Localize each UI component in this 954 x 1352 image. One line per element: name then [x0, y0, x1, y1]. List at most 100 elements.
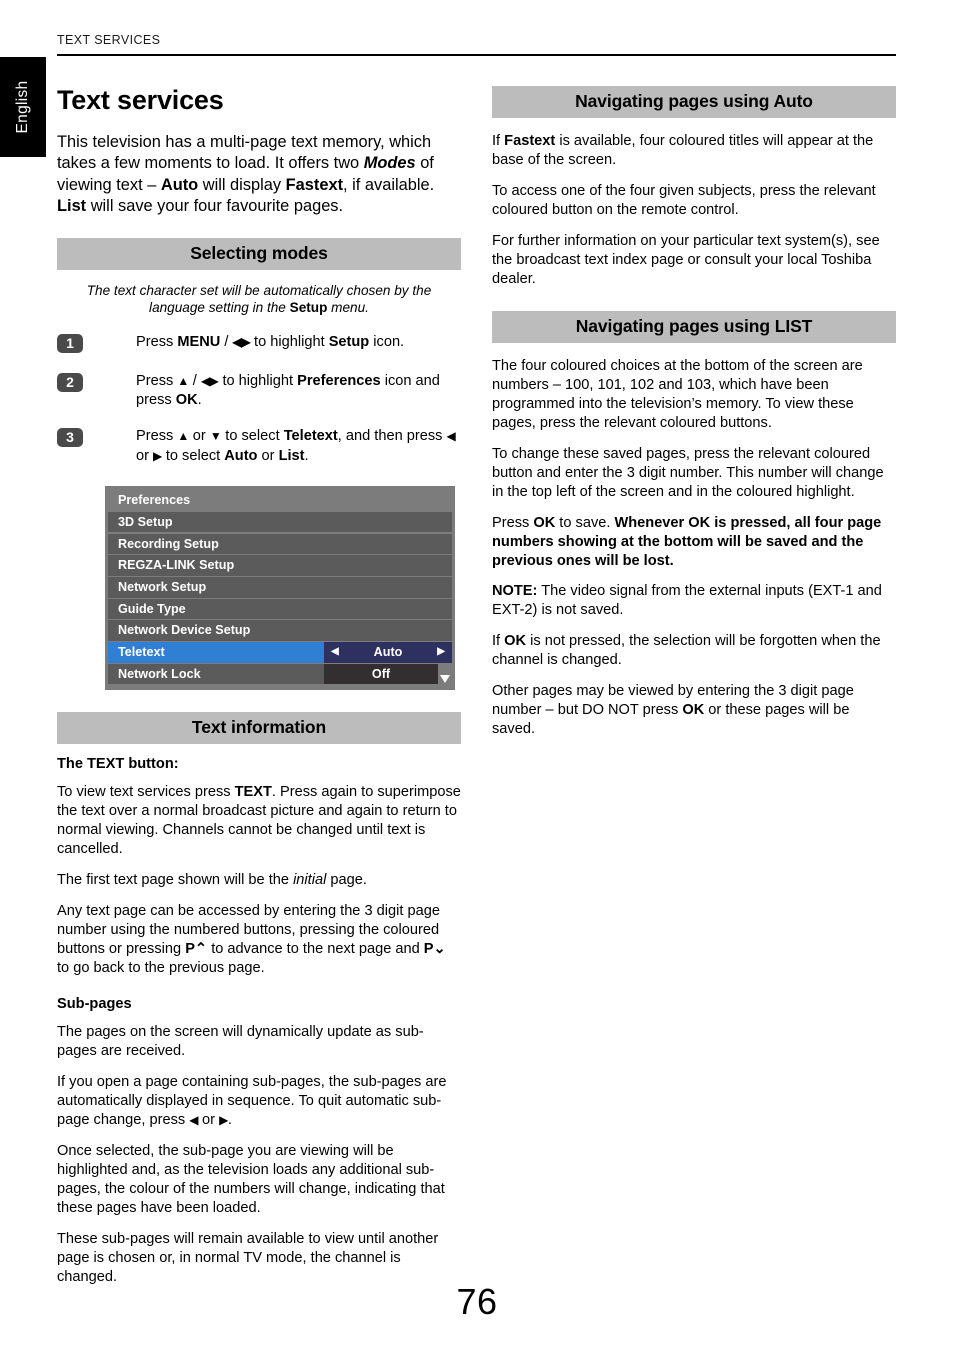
pl5-t1: If — [492, 633, 505, 650]
ps2-t3: . — [227, 1112, 232, 1129]
subheading-text-button: The TEXT button: — [57, 756, 179, 773]
header-rule — [57, 54, 896, 56]
paragraph-list-5: If OK is not pressed, the selection will… — [492, 632, 896, 670]
section-header-selecting-modes: Selecting modes — [57, 237, 461, 270]
step2-preferences: Preferences — [297, 372, 381, 389]
down-arrow-icon: ▼ — [209, 429, 222, 444]
menu-row[interactable]: Recording Setup — [108, 533, 452, 555]
paragraph-auto-2: To access one of the four given subjects… — [492, 182, 876, 218]
subheading-sub-pages: Sub-pages — [57, 996, 132, 1013]
step2-t3: to highlight — [218, 372, 298, 389]
pl3-ok: OK — [533, 514, 556, 531]
menu-row[interactable]: Network Setup — [108, 577, 452, 598]
paragraph-list-6: Other pages may be viewed by entering th… — [492, 682, 896, 739]
pl3-t2: to save. — [555, 514, 615, 531]
pl5-ok: OK — [504, 633, 527, 650]
tv-osd-menu: Preferences 3D Setup Recording Setup REG… — [105, 485, 455, 691]
page-number: 76 — [456, 1281, 498, 1322]
pl4-t1: The video signal from the external input… — [492, 583, 882, 619]
menu-row[interactable]: 3D Setup — [108, 511, 452, 533]
caption-text-1: The text character set will be automatic… — [86, 282, 432, 316]
step-2: 2 Press ▲ / ◀▶ to highlight Preferences … — [57, 372, 461, 411]
menu-value-network-lock[interactable]: Off — [324, 663, 438, 685]
step2-t5: . — [197, 392, 202, 409]
paragraph-any-page: Any text page can be accessed by enterin… — [57, 902, 461, 978]
menu-item-teletext: Teletext — [108, 642, 324, 663]
pl6-ok: OK — [682, 702, 705, 719]
step-2-text: Press ▲ / ◀▶ to highlight Preferences ic… — [136, 372, 461, 411]
p-up-key-icon: P⌃ — [185, 941, 208, 958]
menu-value-teletext[interactable]: ◀ Auto ▶ — [324, 642, 452, 663]
right-column: Navigating pages using Auto If Fastext i… — [492, 86, 896, 751]
step1-t2: / — [220, 333, 233, 350]
intro-list: List — [57, 197, 87, 216]
caption-setup: Setup — [289, 300, 328, 316]
pip-initial: initial — [293, 872, 327, 889]
pap-t2: to advance to the next page and — [207, 941, 424, 958]
menu-row-teletext-selected[interactable]: Teletext ◀ Auto ▶ — [108, 642, 452, 663]
menu-title-preferences: Preferences — [108, 488, 452, 512]
ptb-text-key: TEXT — [234, 784, 272, 801]
step3-t7: or — [257, 447, 279, 464]
menu-item-guide-type: Guide Type — [108, 598, 452, 620]
note-label: NOTE: — [492, 583, 538, 600]
paragraph-list-2: To change these saved pages, press the r… — [492, 445, 884, 500]
step1-t3: to highlight — [249, 333, 329, 350]
left-caret-icon[interactable]: ◀ — [331, 647, 339, 657]
pa1-t1: If — [492, 133, 505, 149]
menu-item-recording-setup: Recording Setup — [108, 533, 452, 555]
step3-t2: or — [188, 428, 210, 445]
menu-row[interactable]: Network Device Setup — [108, 620, 452, 641]
step-1-badge: 1 — [57, 333, 83, 353]
pip-t2: page. — [326, 872, 367, 889]
menu-row[interactable]: REGZA-LINK Setup — [108, 555, 452, 576]
step2-t2: / — [188, 372, 201, 389]
step1-t4: icon. — [369, 333, 405, 350]
step2-ok: OK — [175, 392, 198, 409]
paragraph-list-1: The four coloured choices at the bottom … — [492, 357, 863, 431]
left-arrow-icon: ◀ — [189, 1113, 198, 1128]
step3-t8: . — [304, 447, 309, 464]
step-1: 1 Press MENU / ◀▶ to highlight Setup ico… — [57, 333, 461, 355]
ps2-t1: If you open a page containing sub-pages,… — [57, 1074, 447, 1129]
menu-row[interactable]: Guide Type — [108, 598, 452, 620]
paragraph-text-button: To view text services press TEXT. Press … — [57, 783, 461, 859]
pl5-t2: is not pressed, the selection will be fo… — [492, 633, 881, 669]
selecting-modes-caption: The text character set will be automatic… — [57, 282, 461, 317]
ptb-t1: To view text services press — [57, 784, 235, 801]
intro-paragraph: This television has a multi-page text me… — [57, 132, 461, 218]
up-arrow-icon: ▲ — [177, 373, 189, 388]
paragraph-list-note: NOTE: The video signal from the external… — [492, 582, 896, 620]
caption-text-2: menu. — [327, 300, 369, 316]
step1-menu-key: MENU — [177, 333, 221, 350]
step1-t1: Press — [136, 333, 178, 350]
paragraph-subpages-2: If you open a page containing sub-pages,… — [57, 1073, 461, 1130]
pa1-fastext: Fastext — [504, 133, 556, 149]
page-title: Text services — [57, 85, 224, 115]
right-caret-icon[interactable]: ▶ — [437, 647, 445, 657]
menu-item-network-lock: Network Lock — [108, 663, 324, 685]
step-1-text: Press MENU / ◀▶ to highlight Setup icon. — [136, 333, 461, 352]
intro-text-3: will display — [198, 175, 286, 194]
step3-teletext: Teletext — [283, 428, 338, 445]
pap-t3: to go back to the previous page. — [57, 960, 265, 977]
step3-t4: , and then press — [337, 428, 447, 445]
ps2-t2: or — [197, 1112, 220, 1129]
p-down-key-icon: P⌄ — [423, 941, 446, 958]
step1-setup: Setup — [328, 333, 370, 350]
section-header-navigating-auto: Navigating pages using Auto — [492, 86, 896, 118]
intro-text-4: , if available. — [343, 175, 435, 194]
left-arrow-icon: ◀ — [446, 429, 456, 444]
step3-t5: or — [136, 447, 154, 464]
up-arrow-icon: ▲ — [177, 429, 189, 444]
step-2-badge: 2 — [57, 372, 83, 392]
paragraph-list-3: Press OK to save. Whenever OK is pressed… — [492, 514, 896, 571]
paragraph-subpages-4: These sub-pages will remain available to… — [57, 1230, 439, 1285]
menu-item-network-device-setup: Network Device Setup — [108, 620, 452, 641]
scroll-down-icon[interactable] — [440, 675, 450, 684]
running-header: TEXT SERVICES — [57, 33, 161, 47]
step3-list: List — [278, 447, 305, 464]
menu-item-network-setup: Network Setup — [108, 577, 452, 598]
left-right-arrow-icon: ◀▶ — [200, 373, 219, 388]
menu-row-network-lock[interactable]: Network Lock Off — [108, 663, 452, 685]
